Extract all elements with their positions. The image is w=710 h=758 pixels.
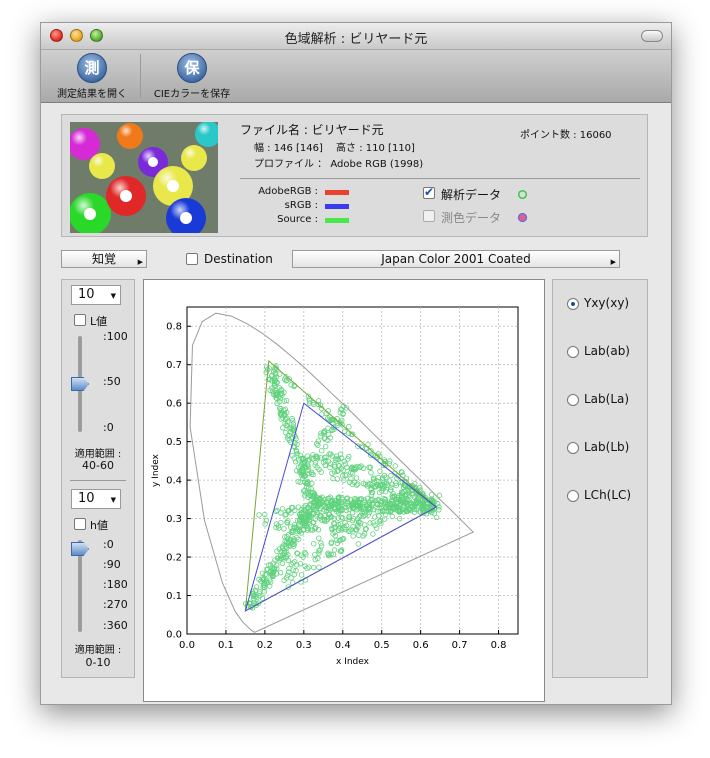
chromaticity-chart: 0.0 0.1 0.2 0.3 0.4 0.5 0.6 0.7 0.8 0.0 0.1 0.2 0.3 0… (151, 306, 519, 667)
x-tick-label: 0.1 (218, 640, 234, 651)
x-tick-label: 0.3 (296, 640, 312, 651)
h-step-value: 10 (78, 491, 95, 506)
y-tick-label: 0.0 (166, 630, 182, 641)
l-tick-50: :50 (103, 375, 121, 388)
destination-checkbox[interactable] (186, 253, 198, 265)
select-arrow-icon: ▶ (610, 258, 616, 266)
source-thumbnail (70, 122, 218, 233)
destination-label: Destination (204, 252, 273, 266)
analysis-data-label: 解析データ (441, 188, 502, 202)
file-name: ファイル名 : ビリヤード元 (240, 123, 384, 137)
mode-radio-lab-lb[interactable] (567, 442, 579, 454)
l-tick-0: :0 (103, 421, 114, 434)
profile-name: プロファイル ： Adobe RGB (1998) (254, 159, 424, 170)
filter-panel: 10 ▼ L値 :100 :50 :0 適用範囲 : 40-60 10 ▼ h値… (61, 279, 135, 678)
color-space-panel: Yxy(xy) Lab(ab) Lab(La) Lab(Lb) LCh(LC) (552, 279, 648, 678)
h-range-label: 適用範囲 : (74, 645, 122, 656)
l-range-label: 適用範囲 : (74, 449, 122, 460)
legend-adobe-label: AdobeRGB : (258, 186, 318, 197)
legend-source-label: Source : (277, 214, 318, 225)
h-tick-270: :270 (103, 598, 128, 611)
point-count: ポイント数 : 16060 (520, 130, 612, 141)
open-results-button[interactable]: 測 測定結果を開く (47, 53, 137, 100)
y-tick-label: 0.7 (166, 360, 182, 371)
h-range-value: 0-10 (85, 656, 111, 669)
l-range-value: 40-60 (82, 459, 114, 472)
mode-radio-yxy[interactable] (567, 298, 579, 310)
rendering-intent-value: 知覚 (91, 252, 116, 266)
rendering-intent-select[interactable]: 知覚 ▶ (61, 250, 147, 268)
title-bar: 色域解析 : ビリヤード元 (41, 23, 671, 50)
destination-profile-value: Japan Color 2001 Coated (381, 252, 531, 266)
open-results-icon: 測 (77, 53, 107, 83)
l-value-label: L値 (90, 315, 108, 328)
mode-radio-lab-la[interactable] (567, 394, 579, 406)
legend-source-swatch (325, 218, 349, 223)
app-window: 色域解析 : ビリヤード元 測 測定結果を開く 保 CIEカラーを保存 ファイル… (40, 22, 672, 705)
measure-data-checkbox[interactable] (423, 210, 435, 222)
h-value-checkbox[interactable] (74, 518, 86, 530)
h-tick-90: :90 (103, 558, 121, 571)
l-slider-thumb[interactable] (71, 377, 89, 391)
h-tick-360: :360 (103, 619, 128, 632)
l-step-select[interactable]: 10 ▼ (71, 285, 121, 305)
x-tick-label: 0.7 (452, 640, 468, 651)
info-divider (240, 178, 640, 179)
chromaticity-plot: 0.0 0.1 0.2 0.3 0.4 0.5 0.6 0.7 0.8 0.0 0.1 0.2 0.3 0… (143, 279, 545, 702)
window-title: 色域解析 : ビリヤード元 (284, 32, 428, 47)
measure-marker-icon (517, 212, 528, 223)
save-cie-button[interactable]: 保 CIEカラーを保存 (145, 53, 239, 100)
analysis-data-checkbox[interactable] (423, 185, 435, 199)
h-tick-0: :0 (103, 538, 114, 551)
mode-label-lab-ab: Lab(ab) (584, 344, 630, 358)
chevron-down-icon: ▼ (110, 496, 116, 504)
toolbar: 測 測定結果を開く 保 CIEカラーを保存 (41, 50, 671, 103)
y-tick-label: 0.2 (166, 553, 182, 564)
destination-profile-select[interactable]: Japan Color 2001 Coated ▶ (292, 250, 620, 268)
panel-divider (70, 480, 126, 481)
measure-data-label: 測色データ (441, 211, 502, 225)
y-tick-label: 0.8 (166, 322, 182, 333)
y-tick-label: 0.1 (166, 591, 182, 602)
x-axis-label: x Index (336, 657, 370, 667)
h-step-select[interactable]: 10 ▼ (71, 489, 121, 509)
h-value-label: h値 (90, 519, 108, 532)
x-tick-label: 0.4 (335, 640, 351, 651)
y-axis-label: y Index (151, 453, 161, 487)
x-tick-label: 0.2 (257, 640, 273, 651)
save-cie-label: CIEカラーを保存 (153, 89, 231, 100)
analysis-marker-icon (517, 189, 528, 200)
mode-label-lab-lb: Lab(Lb) (584, 440, 630, 454)
y-tick-label: 0.4 (166, 476, 182, 487)
x-tick-label: 0.0 (179, 640, 195, 651)
l-value-checkbox[interactable] (74, 314, 86, 326)
mode-radio-lch[interactable] (567, 490, 579, 502)
h-tick-180: :180 (103, 578, 128, 591)
legend-adobe-swatch (325, 190, 349, 195)
chevron-down-icon: ▼ (110, 292, 116, 300)
y-tick-label: 0.3 (166, 514, 182, 525)
y-tick-label: 0.5 (166, 437, 182, 448)
l-step-value: 10 (78, 287, 95, 302)
y-tick-label: 0.6 (166, 399, 182, 410)
legend-srgb-label: sRGB : (284, 200, 318, 211)
toolbar-toggle-button[interactable] (641, 30, 663, 42)
legend-srgb-swatch (325, 204, 349, 209)
image-dimensions: 幅 : 146 [146] 高さ : 110 [110] (254, 143, 415, 154)
l-tick-100: :100 (103, 330, 128, 343)
toolbar-separator (140, 54, 141, 98)
save-cie-icon: 保 (177, 53, 207, 83)
h-slider-thumb[interactable] (71, 542, 89, 556)
mode-label-lch: LCh(LC) (584, 488, 632, 502)
mode-label-lab-la: Lab(La) (584, 392, 630, 406)
x-tick-label: 0.6 (413, 640, 429, 651)
x-tick-label: 0.8 (491, 640, 507, 651)
select-arrow-icon: ▶ (137, 258, 143, 266)
mode-radio-lab-ab[interactable] (567, 346, 579, 358)
info-panel: ファイル名 : ビリヤード元 幅 : 146 [146] 高さ : 110 [1… (61, 114, 648, 237)
open-results-label: 測定結果を開く (57, 89, 127, 100)
mode-label-yxy: Yxy(xy) (584, 296, 630, 310)
x-tick-label: 0.5 (374, 640, 390, 651)
